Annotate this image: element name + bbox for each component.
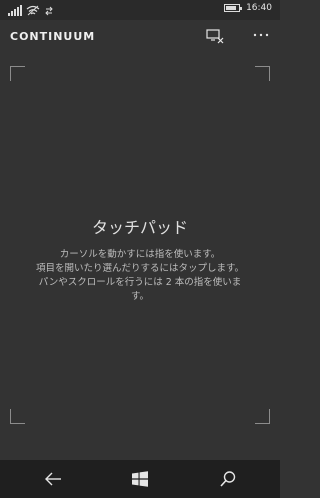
more-button[interactable] xyxy=(252,29,270,43)
corner-mark-top-right xyxy=(255,66,270,81)
status-icons-right: 16:40 xyxy=(224,3,272,13)
screen: 16:40 CONTINUUM タッチパッド カーソルを動かすには指を使います。… xyxy=(0,0,280,498)
disconnect-display-icon xyxy=(206,29,224,44)
windows-start-icon xyxy=(132,471,148,487)
more-icon xyxy=(253,33,269,37)
battery-level xyxy=(226,6,237,10)
navigation-bar xyxy=(0,460,280,498)
corner-mark-top-left xyxy=(10,66,25,81)
corner-mark-bottom-left xyxy=(10,409,25,424)
sync-icon xyxy=(45,6,53,16)
search-icon xyxy=(220,471,236,487)
app-title: CONTINUUM xyxy=(10,30,96,43)
instruction-line: す。 xyxy=(130,291,150,302)
instruction-line: 項目を開いたり選んだりするにはタップします。 xyxy=(35,263,245,274)
corner-mark-bottom-right xyxy=(255,409,270,424)
instruction-line: カーソルを動かすには指を使います。 xyxy=(59,249,221,260)
clock: 16:40 xyxy=(246,3,272,13)
battery-icon xyxy=(224,4,243,12)
status-icons-left xyxy=(8,4,54,16)
status-bar: 16:40 xyxy=(0,0,280,20)
touchpad-instructions: カーソルを動かすには指を使います。 項目を開いたり選んだりするにはタップします。… xyxy=(22,248,258,304)
instruction-line: パンやスクロールを行うには 2 本の指を使いま xyxy=(38,277,242,288)
start-button[interactable] xyxy=(130,469,150,489)
signal-icon xyxy=(8,5,22,16)
wifi-icon xyxy=(26,5,40,16)
disconnect-button[interactable] xyxy=(206,28,224,44)
touchpad-title: タッチパッド xyxy=(91,218,188,237)
touchpad-area[interactable]: タッチパッド カーソルを動かすには指を使います。 項目を開いたり選んだりするには… xyxy=(10,66,270,424)
back-icon xyxy=(45,472,61,486)
back-button[interactable] xyxy=(43,469,63,489)
app-header: CONTINUUM xyxy=(0,20,280,54)
search-button[interactable] xyxy=(218,469,238,489)
